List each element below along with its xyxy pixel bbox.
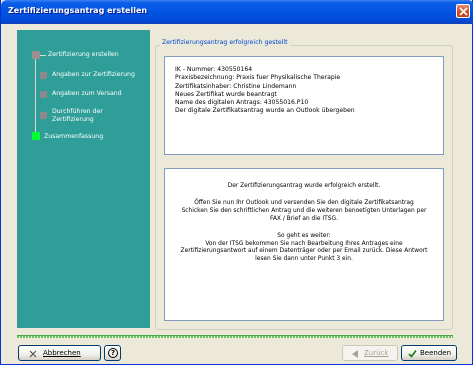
- message-instruction-1: Öffen Sie nun Ihr Outlook und versenden …: [194, 199, 414, 206]
- steps-connector-line: [35, 55, 36, 138]
- cancel-button-label: Abbrechen: [43, 349, 81, 357]
- back-button-label: Zurück: [364, 349, 389, 357]
- sidebar-step-1: Zertifizierung erstellen: [48, 51, 119, 58]
- message-next-2: Zertifizierungsantwort auf einem Datentr…: [180, 248, 428, 255]
- back-button[interactable]: Zurück: [342, 345, 398, 361]
- step-marker-4: [40, 112, 47, 119]
- info-practice-name: Praxisbezeichnung: Praxis fuer Physikali…: [175, 74, 341, 82]
- message-success: Der Zertifizierungsantrag wurde erfolgre…: [227, 183, 381, 189]
- message-instruction-3: FAX / Brief an die ITSG.: [270, 215, 338, 222]
- sidebar-step-5: Zusammenfassung: [44, 133, 104, 140]
- checkmark-icon: [408, 350, 417, 358]
- info-panel: IK - Nummer: 430550164 Praxisbezeichnung…: [164, 56, 444, 155]
- message-next-3: lesen Sie dann unter Punkt 3 ein.: [255, 256, 353, 263]
- finish-button[interactable]: Beenden: [401, 345, 457, 361]
- help-button[interactable]: ?: [104, 345, 121, 361]
- message-next-heading: So geht es weiter:: [277, 232, 331, 239]
- sidebar-step-4: Durchführen der Zertifizierung: [52, 108, 103, 124]
- help-icon: ?: [108, 348, 118, 358]
- info-ik-number: IK - Nummer: 430550164: [175, 66, 253, 73]
- sidebar-step-4-line2: Zertifizierung: [52, 116, 94, 123]
- cancel-button[interactable]: Abbrechen: [18, 345, 101, 361]
- group-legend: Zertifizierungsantrag erfolgreich gestel…: [160, 39, 290, 46]
- info-certificate-holder: Zertifikatsinhaber: Christine Lindemann: [175, 82, 297, 90]
- sidebar-step-2: Angaben zur Zertifizierung: [52, 71, 135, 78]
- window-title: Zertifizierungsantrag erstellen: [8, 6, 148, 15]
- message-panel: Der Zertifizierungsantrag wurde erfolgre…: [164, 168, 444, 321]
- back-arrow-icon: [352, 350, 358, 358]
- step-marker-3: [40, 91, 47, 98]
- step-marker-1: [32, 51, 40, 59]
- wizard-window: Zertifizierungsantrag erstellen Zertifiz…: [0, 0, 473, 365]
- step-marker-5-active: [32, 132, 40, 140]
- finish-button-label: Beenden: [420, 349, 452, 357]
- step-marker-2: [40, 72, 47, 79]
- info-new-certificate: Neues Zertifikat wurde beantragt: [175, 90, 277, 98]
- close-button[interactable]: [456, 4, 470, 18]
- progress-divider: [17, 335, 453, 338]
- sidebar-step-3: Angaben zum Versand: [52, 90, 122, 97]
- cancel-x-icon: [29, 350, 37, 358]
- sidebar-step-4-line1: Durchführen der: [52, 108, 103, 115]
- step-tick-1: [40, 55, 46, 56]
- message-instruction-2: Schicken Sie den schriftlichen Antrag un…: [181, 207, 427, 214]
- info-outlook-status: Der digitale Zertifikatsantrag wurde an …: [175, 107, 355, 115]
- close-icon: [459, 7, 468, 16]
- info-application-name: Name des digitalen Antrags: 43055016.P10: [175, 99, 309, 107]
- message-next-1: Von der ITSG bekommen Sie nach Bearbeitu…: [205, 240, 403, 247]
- title-bar[interactable]: Zertifizierungsantrag erstellen: [1, 0, 473, 24]
